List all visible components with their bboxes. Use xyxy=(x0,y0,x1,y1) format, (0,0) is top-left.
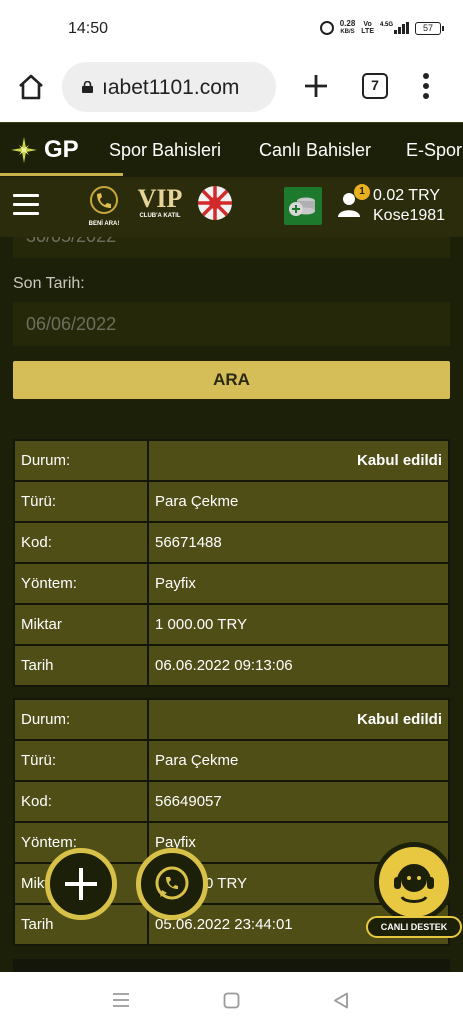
whatsapp-button[interactable] xyxy=(136,848,208,920)
row-key: Durum: xyxy=(15,700,147,739)
start-date-field[interactable]: 30/05/2022 xyxy=(13,237,450,258)
table-row: Yöntem: Payfix xyxy=(15,564,448,603)
vip-label: CLUB'A KATIL xyxy=(139,213,181,219)
row-key: Kod: xyxy=(15,523,147,562)
row-value: Para Çekme xyxy=(149,741,448,780)
row-key: Türü: xyxy=(15,482,147,521)
table-row: Durum: Kabul edildi xyxy=(15,700,448,739)
end-date-field[interactable]: 06/06/2022 xyxy=(13,302,450,346)
url-text: ıabet1101.com xyxy=(102,76,240,99)
live-support-button[interactable]: CANLI DESTEK xyxy=(366,842,462,938)
nav-e-spor[interactable]: E-Spor xyxy=(406,140,462,161)
active-nav-indicator xyxy=(0,173,123,176)
row-key: Tarih xyxy=(15,646,147,685)
end-date-label: Son Tarih: xyxy=(13,275,85,292)
add-fab-button[interactable] xyxy=(45,848,117,920)
home-icon[interactable] xyxy=(16,72,46,102)
notification-badge: 1 xyxy=(354,184,370,200)
row-key: Türü: xyxy=(15,741,147,780)
row-value: 56671488 xyxy=(149,523,448,562)
deposit-button[interactable] xyxy=(284,187,322,225)
phone-callback-icon xyxy=(90,186,118,214)
site-nav: GP Spor Bahisleri Canlı Bahisler E-Spor xyxy=(0,122,463,177)
vip-text: VIP xyxy=(137,184,183,213)
star-logo-icon xyxy=(11,137,37,163)
logo-text: GP xyxy=(44,136,79,163)
table-row: Türü: Para Çekme xyxy=(15,482,448,521)
row-key: Miktar xyxy=(15,605,147,644)
lock-icon xyxy=(82,81,93,93)
network-type: 4.5G xyxy=(379,22,393,28)
table-row: Kod: 56649057 xyxy=(15,782,448,821)
beni-ara-label: BENİ ARA! xyxy=(88,221,120,227)
table-row: Kod: 56671488 xyxy=(15,523,448,562)
nav-canli-bahisler[interactable]: Canlı Bahisler xyxy=(259,140,371,161)
address-bar[interactable]: ıabet1101.com xyxy=(62,62,276,112)
status-value: Kabul edildi xyxy=(149,441,448,480)
plus-icon xyxy=(65,868,97,900)
promo-ball-icon[interactable] xyxy=(197,185,233,221)
home-square-icon[interactable] xyxy=(223,992,240,1009)
site-logo[interactable]: GP xyxy=(10,136,79,164)
username: Kose1981 xyxy=(373,207,446,224)
account-header: BENİ ARA! VIP CLUB'A KATIL 1 0.02 TRY Ko… xyxy=(0,177,463,237)
system-nav-bar xyxy=(0,972,463,1029)
row-key: Yöntem: xyxy=(15,564,147,603)
row-key: Kod: xyxy=(15,782,147,821)
alarm-icon xyxy=(319,21,334,35)
volte-top: Vo xyxy=(363,21,372,28)
hamburger-menu-icon[interactable] xyxy=(13,194,39,216)
tab-switcher-button[interactable]: 7 xyxy=(362,73,388,99)
table-row: Durum: Kabul edildi xyxy=(15,441,448,480)
row-key: Durum: xyxy=(15,441,147,480)
table-row: Türü: Para Çekme xyxy=(15,741,448,780)
account-balance: 0.02 TRY xyxy=(373,187,441,204)
row-value: 1 000.00 TRY xyxy=(149,605,448,644)
volte-icon: Vo LTE xyxy=(361,21,374,35)
nav-spor-bahisleri[interactable]: Spor Bahisleri xyxy=(109,140,221,161)
whatsapp-icon xyxy=(155,866,189,900)
beni-ara-button[interactable]: BENİ ARA! xyxy=(84,185,124,229)
status-time: 14:50 xyxy=(68,20,109,37)
volte-bottom: LTE xyxy=(361,28,374,35)
row-value: 56649057 xyxy=(149,782,448,821)
overflow-menu-icon[interactable] xyxy=(422,72,430,100)
row-value: 06.06.2022 09:13:06 xyxy=(149,646,448,685)
status-bar: 14:50 0.28 KB/S Vo LTE 4.5G 57 xyxy=(0,0,463,58)
headset-icon xyxy=(374,842,454,922)
signal-icon: 4.5G xyxy=(380,22,409,34)
new-tab-icon[interactable] xyxy=(302,72,330,100)
back-icon[interactable] xyxy=(333,992,349,1009)
search-button[interactable]: ARA xyxy=(13,361,450,399)
network-speed: 0.28 KB/S xyxy=(340,20,356,36)
row-value: Payfix xyxy=(149,564,448,603)
table-row: Miktar 1 000.00 TRY xyxy=(15,605,448,644)
transaction-card: Durum: Kabul edildi Türü: Para Çekme Kod… xyxy=(13,439,450,687)
row-value: Para Çekme xyxy=(149,482,448,521)
network-speed-unit: KB/S xyxy=(340,29,355,35)
recents-menu-icon[interactable] xyxy=(112,992,130,1008)
battery-icon: 57 xyxy=(415,21,444,35)
live-support-label: CANLI DESTEK xyxy=(366,916,462,938)
coins-icon xyxy=(289,197,315,216)
vip-club-button[interactable]: VIP CLUB'A KATIL xyxy=(133,185,187,229)
transaction-card xyxy=(13,959,450,972)
table-row: Tarih 06.06.2022 09:13:06 xyxy=(15,646,448,685)
browser-toolbar: ıabet1101.com 7 xyxy=(0,58,463,122)
network-speed-value: 0.28 xyxy=(339,19,356,28)
status-value: Kabul edildi xyxy=(149,700,448,739)
status-icons: 0.28 KB/S Vo LTE 4.5G 57 xyxy=(319,20,444,36)
